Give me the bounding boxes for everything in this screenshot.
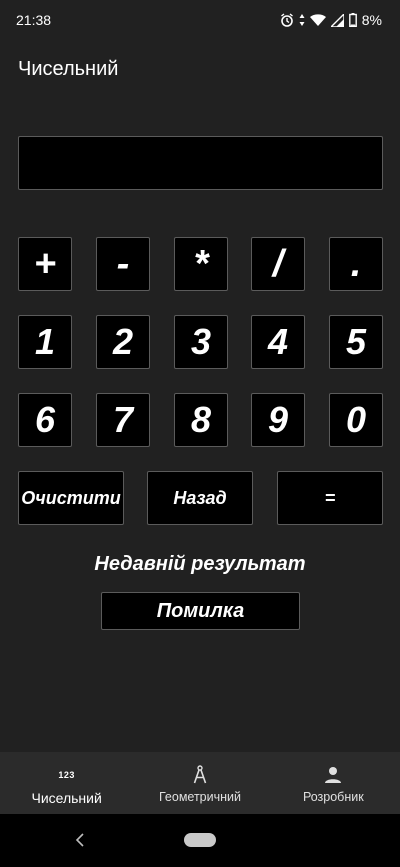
digit-8-button[interactable]: 8: [174, 393, 228, 447]
digit-0-button[interactable]: 0: [329, 393, 383, 447]
system-navigation-bar: [0, 814, 400, 867]
home-pill-button[interactable]: [184, 833, 216, 847]
calculator-display: [18, 136, 383, 190]
digit-6-button[interactable]: 6: [18, 393, 72, 447]
decimal-point-button[interactable]: .: [329, 237, 383, 291]
nav-item-geometric[interactable]: Геометричний: [133, 752, 266, 814]
minus-button[interactable]: -: [96, 237, 150, 291]
nav-label-geometric: Геометричний: [158, 790, 241, 804]
multiply-button[interactable]: *: [174, 237, 228, 291]
digit-9-button[interactable]: 9: [251, 393, 305, 447]
nav-item-developer[interactable]: Розробник: [267, 752, 400, 814]
digit-3-button[interactable]: 3: [174, 315, 228, 369]
digit-1-button[interactable]: 1: [18, 315, 72, 369]
digit-2-button[interactable]: 2: [96, 315, 150, 369]
back-chevron-icon[interactable]: [70, 828, 90, 852]
status-bar: 21:38 8%: [0, 0, 400, 40]
nav-item-numeric[interactable]: 123 Чисельний: [0, 752, 133, 814]
status-icons: 8%: [280, 12, 382, 28]
battery-percent: 8%: [361, 12, 382, 28]
backspace-button[interactable]: Назад: [147, 471, 253, 525]
data-arrows-icon: [299, 14, 305, 26]
digit-7-button[interactable]: 7: [96, 393, 150, 447]
battery-icon: [348, 13, 357, 27]
equals-button[interactable]: =: [277, 471, 383, 525]
wifi-icon: [309, 13, 326, 26]
recent-result-label: Недавній результат: [94, 553, 306, 575]
signal-icon: [330, 13, 344, 27]
digit-5-button[interactable]: 5: [329, 315, 383, 369]
nav-label-numeric: Чисельний: [31, 790, 102, 806]
clear-button[interactable]: Очистити: [18, 471, 124, 525]
alarm-icon: [280, 13, 293, 27]
divide-button[interactable]: /: [251, 237, 305, 291]
digit-4-button[interactable]: 4: [251, 315, 305, 369]
status-time: 21:38: [16, 12, 52, 28]
recent-result-value: Помилка: [101, 592, 300, 630]
compass-icon: [193, 764, 207, 786]
bottom-navigation: 123 Чисельний Геометричний Розробник: [0, 752, 400, 814]
numeric-icon-text: 123: [58, 770, 75, 780]
nav-label-developer: Розробник: [302, 790, 364, 804]
person-icon: [324, 764, 342, 786]
numeric-123-icon: 123: [58, 764, 75, 786]
page-title: Чисельний: [18, 58, 119, 80]
plus-button[interactable]: +: [18, 237, 72, 291]
